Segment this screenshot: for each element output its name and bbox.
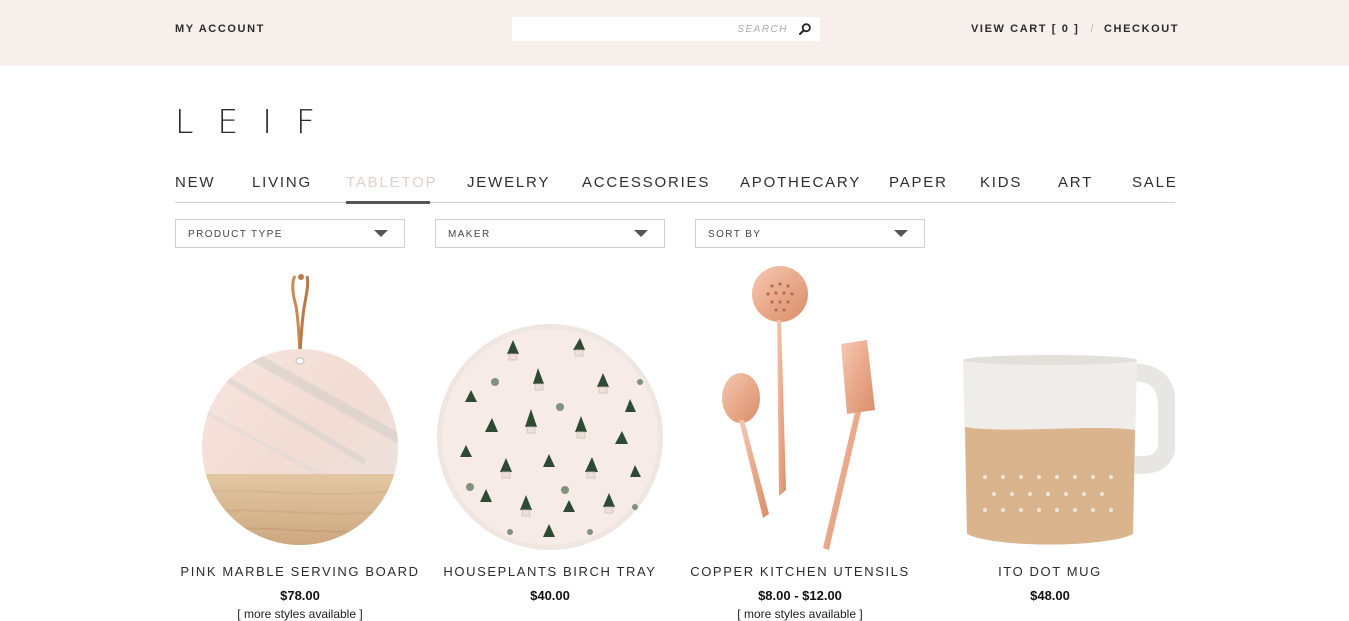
chevron-down-icon [894,230,908,237]
more-styles-label[interactable]: [ more styles available ] [175,607,425,621]
plant-tray-icon[interactable] [425,262,675,558]
chevron-down-icon [374,230,388,237]
product-name[interactable]: HOUSEPLANTS BIRCH TRAY [425,564,675,579]
product-card[interactable]: ITO DOT MUG $48.00 [925,262,1175,621]
mug-icon[interactable] [925,262,1175,558]
search-input[interactable] [512,17,792,41]
nav-item-art[interactable]: ART [1058,174,1093,192]
cart-separator: / [1090,23,1095,35]
filter-label: SORT BY [708,229,762,240]
product-price: $78.00 [280,588,320,603]
sort-by-filter[interactable]: SORT BY [695,219,925,248]
nav-item-jewelry[interactable]: JEWELRY [467,174,550,192]
nav-item-tabletop[interactable]: TABLETOP [346,174,437,192]
copper-utensils-icon[interactable] [675,262,925,558]
filter-label: PRODUCT TYPE [188,229,283,240]
product-price: $8.00 - $12.00 [758,588,842,603]
my-account-link[interactable]: MY ACCOUNT [175,23,265,35]
brush-edge-decoration [0,50,1349,64]
filter-label: MAKER [448,229,491,240]
checkout-link[interactable]: CHECKOUT [1104,23,1179,35]
view-cart-link[interactable]: VIEW CART [ 0 ] [971,23,1079,35]
maker-filter[interactable]: MAKER [435,219,665,248]
product-name[interactable]: PINK MARBLE SERVING BOARD [175,564,425,579]
main-nav: NEW LIVING TABLETOP JEWELRY ACCESSORIES … [175,174,1178,204]
logo[interactable]: LEIF [175,105,339,138]
nav-active-indicator [346,201,430,204]
product-name[interactable]: ITO DOT MUG [925,564,1175,579]
product-type-filter[interactable]: PRODUCT TYPE [175,219,405,248]
product-price: $40.00 [530,588,570,603]
nav-divider [175,202,1175,203]
cart-area: VIEW CART [ 0 ] / CHECKOUT [971,23,1179,35]
product-card[interactable]: COPPER KITCHEN UTENSILS $8.00 - $12.00 [… [675,262,925,621]
product-card[interactable]: HOUSEPLANTS BIRCH TRAY $40.00 [425,262,675,621]
product-name[interactable]: COPPER KITCHEN UTENSILS [675,564,925,579]
chevron-down-icon [634,230,648,237]
product-price: $48.00 [1030,588,1070,603]
marble-board-icon[interactable] [175,262,425,558]
nav-item-accessories[interactable]: ACCESSORIES [582,174,710,192]
nav-item-kids[interactable]: KIDS [980,174,1022,192]
search-box [512,17,820,41]
nav-item-apothecary[interactable]: APOTHECARY [740,174,861,192]
nav-item-paper[interactable]: PAPER [889,174,948,192]
nav-item-new[interactable]: NEW [175,174,215,192]
nav-item-sale[interactable]: SALE [1132,174,1178,192]
search-icon[interactable] [798,22,812,36]
more-styles-label[interactable]: [ more styles available ] [675,607,925,621]
product-card[interactable]: PINK MARBLE SERVING BOARD $78.00 [ more … [175,262,425,621]
nav-item-living[interactable]: LIVING [252,174,312,192]
